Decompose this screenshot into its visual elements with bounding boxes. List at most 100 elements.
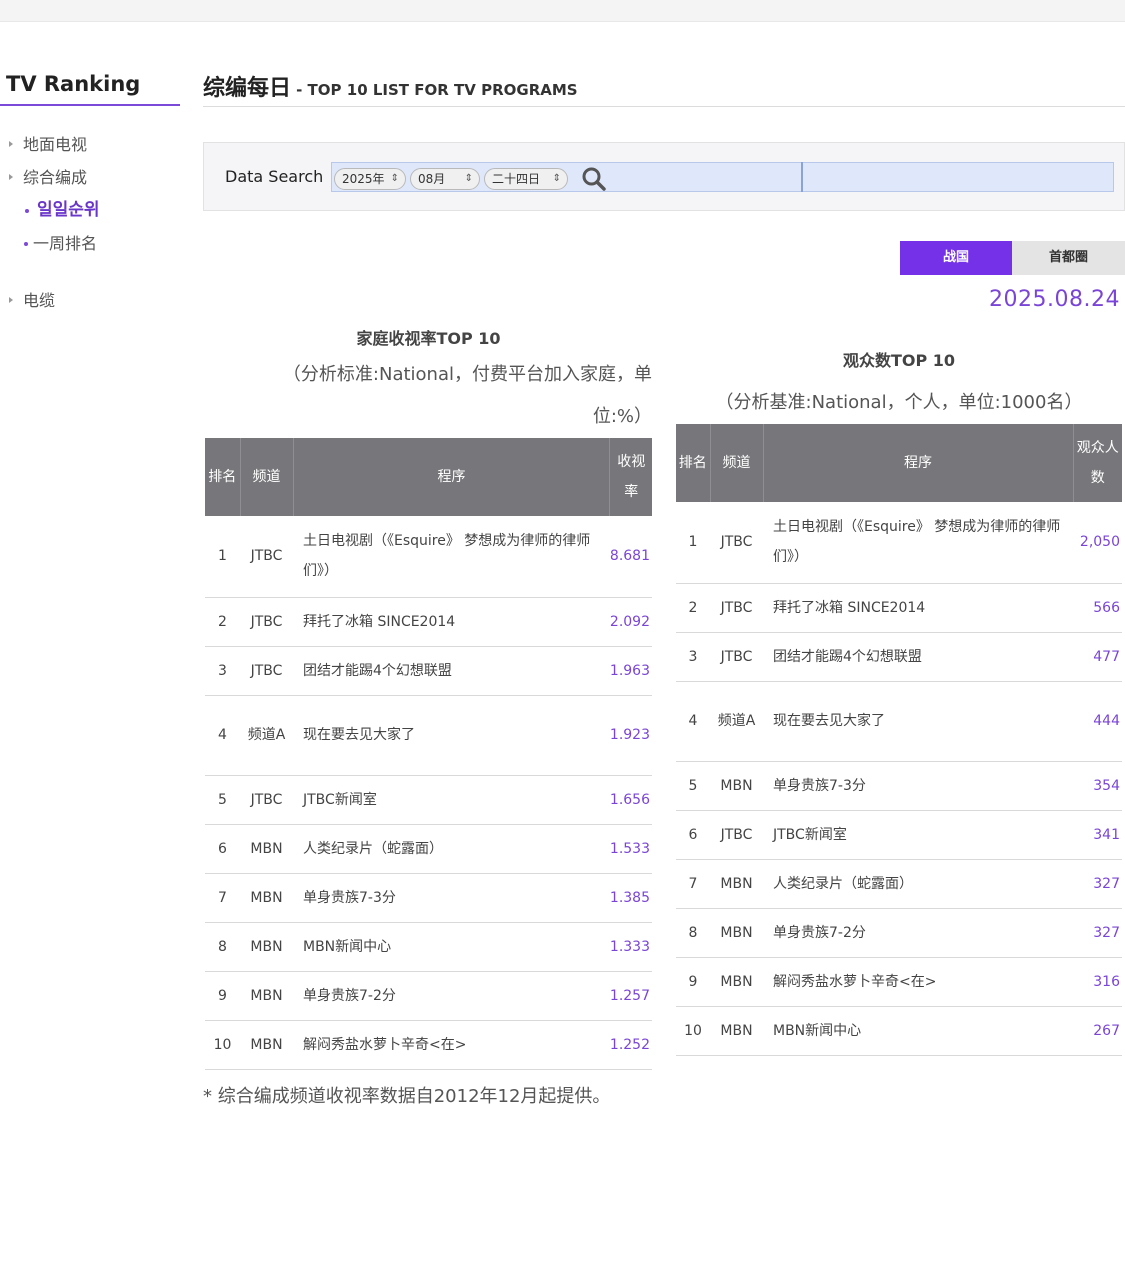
- page-subtitle: - TOP 10 LIST FOR TV PROGRAMS: [296, 81, 578, 99]
- footnote: * 综合编成频道收视率数据自2012年12月起提供。: [203, 1085, 611, 1107]
- cell-program: 单身贵族7-2分: [293, 971, 610, 1021]
- table-row: 10 MBN MBN新闻中心 267: [676, 1006, 1122, 1056]
- sidebar-item-cable[interactable]: 电缆: [0, 284, 180, 317]
- tab-capital-area[interactable]: 首都圈: [1012, 241, 1125, 275]
- cell-program: 人类纪录片（蛇露面）: [763, 859, 1073, 909]
- household-ratings-panel: 家庭收视率TOP 10 （分析标准:National，付费平台加入家庭，单位:%…: [203, 324, 652, 1108]
- table-row: 10 MBN 解闷秀盐水萝卜辛奇<在> 1.252: [205, 1020, 652, 1070]
- sidebar: TV Ranking 地面电视 综合编成 일일순위 一周排名 电缆: [0, 68, 180, 317]
- sidebar-subitem-label: 一周排名: [33, 234, 98, 253]
- cell-value: 2,050: [1073, 502, 1122, 584]
- column-header-rating: 收视率: [609, 438, 652, 516]
- cell-value: 341: [1073, 810, 1122, 860]
- search-icon[interactable]: [581, 166, 607, 192]
- cell-channel: JTBC: [240, 516, 293, 598]
- caret-right-icon: [9, 174, 13, 180]
- column-header-rank: 排名: [676, 424, 711, 502]
- sidebar-item-label: 电缆: [23, 291, 56, 310]
- column-header-channel: 频道: [240, 438, 294, 516]
- month-select[interactable]: 08月 ⇕: [410, 168, 480, 190]
- cell-value: 1.923: [609, 695, 652, 776]
- cell-channel: JTBC: [710, 810, 763, 860]
- table-row: 5 MBN 单身贵族7-3分 354: [676, 761, 1122, 811]
- cell-value: 327: [1073, 908, 1122, 958]
- sidebar-item-general[interactable]: 综合编成: [0, 161, 180, 194]
- year-select[interactable]: 2025年 ⇕: [334, 168, 406, 190]
- caret-right-icon: [9, 141, 13, 147]
- cell-channel: MBN: [710, 957, 763, 1007]
- cell-value: 1.252: [609, 1020, 652, 1070]
- page-title: 综编每日: [203, 76, 292, 101]
- table-row: 9 MBN 解闷秀盐水萝卜辛奇<在> 316: [676, 957, 1122, 1007]
- search-label: Data Search: [225, 167, 324, 186]
- cell-program: MBN新闻中心: [763, 1006, 1073, 1056]
- table-row: 7 MBN 人类纪录片（蛇露面） 327: [676, 859, 1122, 909]
- cell-rank: 8: [676, 908, 710, 958]
- data-search-box: Data Search 2025年 ⇕ 08月 ⇕ 二十四日 ⇕: [203, 142, 1125, 211]
- cell-rank: 5: [205, 775, 240, 825]
- table-row: 7 MBN 单身贵族7-3分 1.385: [205, 873, 652, 923]
- cell-value: 327: [1073, 859, 1122, 909]
- cell-program: JTBC新闻室: [763, 810, 1073, 860]
- viewers-table-title: 观众数TOP 10: [842, 351, 956, 370]
- cell-channel: MBN: [240, 922, 293, 972]
- cell-rank: 10: [205, 1020, 240, 1070]
- sidebar-title: TV Ranking: [0, 68, 180, 106]
- viewers-table: 排名 频道 程序 观众人数 1 JTBC 土日电视剧（《Esquire》 梦想成为律…: [676, 424, 1122, 1056]
- sidebar-spacer: [0, 260, 180, 284]
- cell-rank: 1: [676, 502, 710, 584]
- cell-program: 人类纪录片（蛇露面）: [293, 824, 610, 874]
- cell-rank: 4: [676, 681, 710, 762]
- cell-channel: MBN: [240, 873, 293, 923]
- cell-value: 8.681: [609, 516, 652, 598]
- cell-rank: 2: [676, 583, 710, 633]
- cell-channel: MBN: [710, 1006, 763, 1056]
- sidebar-subitem-daily[interactable]: 일일순위: [0, 194, 180, 227]
- table-row: 1 JTBC 土日电视剧（《Esquire》 梦想成为律师的律师们》） 2,050: [676, 502, 1122, 584]
- cell-program: 团结才能踢4个幻想联盟: [293, 646, 610, 696]
- cell-channel: MBN: [710, 908, 763, 958]
- cell-value: 566: [1073, 583, 1122, 633]
- cell-program: 现在要去见大家了: [293, 695, 610, 776]
- cell-rank: 8: [205, 922, 240, 972]
- cell-program: 拜托了冰箱 SINCE2014: [763, 583, 1073, 633]
- household-table-note: （分析标准:National，付费平台加入家庭，单位:%）: [282, 364, 652, 427]
- cell-program: 单身贵族7-2分: [763, 908, 1073, 958]
- table-header-row: 排名 频道 程序 收视率: [205, 438, 652, 516]
- cell-rank: 9: [676, 957, 710, 1007]
- cell-value: 1.656: [609, 775, 652, 825]
- cell-rank: 5: [676, 761, 710, 811]
- search-divider: [801, 162, 803, 192]
- table-row: 1 JTBC 土日电视剧（《Esquire》 梦想成为律师的律师们》） 8.681: [205, 516, 652, 598]
- day-select[interactable]: 二十四日 ⇕: [484, 168, 568, 190]
- cell-value: 2.092: [609, 597, 652, 647]
- viewers-table-note: （分析基准:National，个人，单位:1000名）: [715, 392, 1083, 413]
- sidebar-subitem-weekly[interactable]: 一周排名: [0, 227, 180, 260]
- table-row: 4 频道A 现在要去见大家了 1.923: [205, 695, 652, 776]
- cell-rank: 7: [676, 859, 710, 909]
- ranking-date: 2025.08.24: [989, 287, 1120, 312]
- viewers-table-body: 1 JTBC 土日电视剧（《Esquire》 梦想成为律师的律师们》） 2,050 2 J…: [676, 502, 1122, 1056]
- cell-rank: 6: [205, 824, 240, 874]
- table-row: 4 频道A 现在要去见大家了 444: [676, 681, 1122, 762]
- cell-channel: 频道A: [240, 695, 293, 776]
- table-row: 6 MBN 人类纪录片（蛇露面） 1.533: [205, 824, 652, 874]
- cell-value: 444: [1073, 681, 1122, 762]
- household-table-body: 1 JTBC 土日电视剧（《Esquire》 梦想成为律师的律师们》） 8.681 2 J…: [205, 516, 652, 1070]
- year-select-value: 2025年: [342, 172, 385, 186]
- sidebar-item-terrestrial[interactable]: 地面电视: [0, 128, 180, 161]
- cell-channel: JTBC: [240, 775, 293, 825]
- household-table-title: 家庭收视率TOP 10: [356, 329, 501, 348]
- tab-national[interactable]: 战国: [900, 241, 1012, 275]
- sidebar-item-label: 地面电视: [23, 135, 88, 154]
- table-row: 8 MBN 单身贵族7-2分 327: [676, 908, 1122, 958]
- cell-rank: 3: [676, 632, 710, 682]
- viewers-panel: 观众数TOP 10 （分析基准:National，个人，单位:1000名） 排名…: [676, 346, 1122, 1056]
- cell-rank: 10: [676, 1006, 710, 1056]
- sidebar-subitem-label: 일일순위: [37, 200, 100, 220]
- sidebar-item-label: 综合编成: [23, 168, 88, 187]
- caret-right-icon: [9, 297, 13, 303]
- cell-channel: MBN: [240, 971, 293, 1021]
- cell-program: JTBC新闻室: [293, 775, 610, 825]
- cell-channel: MBN: [710, 761, 763, 811]
